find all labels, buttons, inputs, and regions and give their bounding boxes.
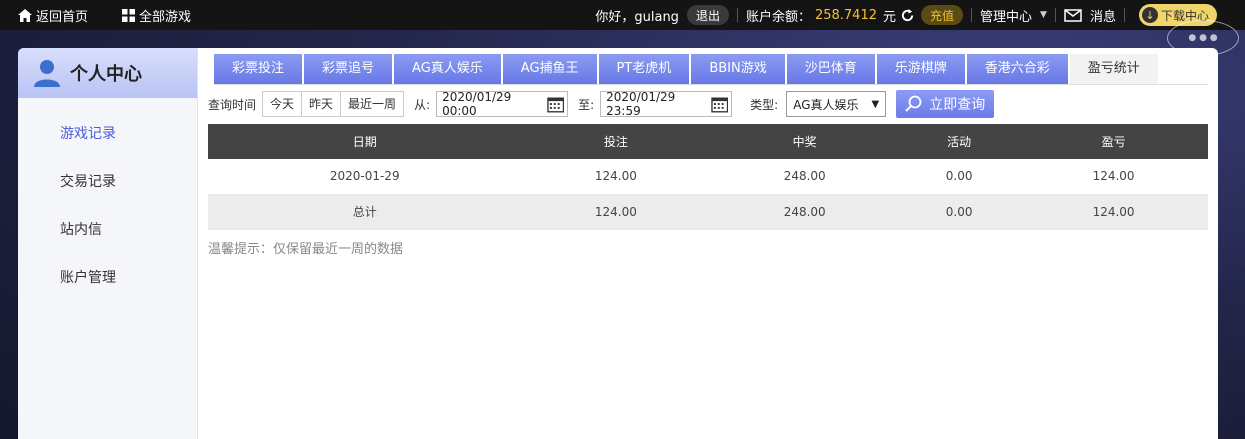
to-date-value: 2020/01/29 23:59	[606, 90, 676, 118]
balance-label: 账户余额：	[745, 9, 811, 25]
divider	[971, 8, 973, 22]
yesterday-button[interactable]: 昨天	[302, 92, 342, 116]
table-cell: 0.00	[899, 194, 1020, 230]
message-link[interactable]: 消息	[1064, 6, 1116, 25]
tab-divider	[214, 84, 1208, 85]
home-link[interactable]: 返回首页	[18, 6, 88, 25]
profit-loss-table: 日期 投注 中奖 活动 盈亏 2020-01-29 124.00 248.00 …	[208, 124, 1208, 230]
search-button[interactable]: 立即查询	[896, 90, 995, 118]
download-icon: ↓	[1141, 7, 1158, 23]
today-button[interactable]: 今天	[263, 92, 303, 116]
all-games-label: 全部游戏	[139, 9, 192, 25]
table-cell: 124.00	[521, 159, 711, 195]
manage-center-menu[interactable]: 管理中心 ▼	[980, 6, 1047, 25]
table-cell: 124.00	[521, 194, 711, 230]
table-cell: 124.00	[1019, 194, 1208, 230]
logout-button[interactable]: 退出	[686, 5, 729, 25]
message-label: 消息	[1089, 9, 1116, 25]
column-header: 日期	[208, 124, 522, 159]
query-time-label: 查询时间	[208, 97, 257, 112]
column-header: 盈亏	[1019, 124, 1208, 159]
sidebar-title: 个人中心	[70, 64, 142, 85]
table-cell: 124.00	[1019, 159, 1208, 195]
query-bar: 查询时间 今天 昨天 最近一周 从: 2020/01/29 00:00 至: 2…	[208, 90, 995, 118]
chevron-down-icon: ▼	[871, 98, 880, 110]
tab-ag-fishing[interactable]: AG捕鱼王	[502, 54, 597, 84]
tip-text: 温馨提示：仅保留最近一周的数据	[208, 242, 404, 257]
all-games-link[interactable]: 全部游戏	[122, 6, 191, 25]
calendar-icon[interactable]	[546, 96, 564, 113]
balance-unit: 元	[883, 9, 897, 25]
content-area: 彩票投注 彩票追号 AG真人娱乐 AG捕鱼王 PT老虎机 BBIN游戏 沙巴体育…	[208, 48, 1208, 439]
column-header: 中奖	[710, 124, 900, 159]
sidebar-item-game-records[interactable]: 游戏记录	[18, 110, 197, 158]
home-label: 返回首页	[36, 9, 89, 25]
tab-lottery-bets[interactable]: 彩票投注	[214, 54, 303, 84]
table-cell: 248.00	[710, 194, 900, 230]
main-panel: 个人中心 游戏记录 交易记录 站内信 账户管理 彩票投注 彩票追号 AG真人娱乐…	[18, 48, 1218, 439]
chevron-down-icon: ▼	[1040, 10, 1047, 20]
tab-pt-slots[interactable]: PT老虎机	[598, 54, 690, 84]
home-icon	[18, 8, 32, 22]
table-total-row: 总计 124.00 248.00 0.00 124.00	[208, 194, 1208, 230]
balance-value: 258.7412	[814, 7, 877, 23]
table-cell: 248.00	[710, 159, 900, 195]
sidebar-item-transaction-records[interactable]: 交易记录	[18, 158, 197, 206]
tab-bbin-games[interactable]: BBIN游戏	[691, 54, 785, 84]
sidebar-item-account-management[interactable]: 账户管理	[18, 254, 197, 302]
quick-range-group: 今天 昨天 最近一周	[262, 91, 405, 117]
from-label: 从:	[414, 97, 431, 112]
game-type-value: AG真人娱乐	[793, 97, 859, 112]
from-date-value: 2020/01/29 00:00	[442, 90, 512, 118]
sidebar-menu: 游戏记录 交易记录 站内信 账户管理	[18, 98, 197, 302]
game-tabs: 彩票投注 彩票追号 AG真人娱乐 AG捕鱼王 PT老虎机 BBIN游戏 沙巴体育…	[214, 54, 1160, 84]
divider	[1123, 8, 1125, 22]
user-icon	[34, 60, 60, 87]
refresh-icon[interactable]	[900, 8, 915, 23]
envelope-icon	[1064, 8, 1082, 22]
from-date-input[interactable]: 2020/01/29 00:00	[436, 90, 569, 118]
divider	[736, 8, 738, 22]
top-bar: 返回首页 全部游戏 你好，gulang 退出 账户余额： 258.7412 元 …	[0, 0, 1245, 30]
table-cell: 2020-01-29	[208, 159, 522, 195]
to-date-input[interactable]: 2020/01/29 23:59	[600, 90, 733, 118]
sidebar: 个人中心 游戏记录 交易记录 站内信 账户管理	[18, 48, 198, 439]
search-icon	[905, 95, 922, 112]
tab-saba-sports[interactable]: 沙巴体育	[786, 54, 875, 84]
table-row: 2020-01-29 124.00 248.00 0.00 124.00	[208, 159, 1208, 195]
tab-lottery-chase[interactable]: 彩票追号	[304, 54, 393, 84]
tab-profit-loss[interactable]: 盈亏统计	[1069, 54, 1158, 84]
type-label: 类型:	[750, 97, 779, 112]
greeting-text: 你好，gulang	[595, 9, 679, 25]
calendar-icon[interactable]	[710, 96, 728, 113]
tab-ag-live[interactable]: AG真人娱乐	[394, 54, 501, 84]
manage-center-label: 管理中心	[980, 9, 1033, 25]
table-cell: 总计	[208, 194, 522, 230]
search-button-label: 立即查询	[929, 97, 986, 113]
column-header: 投注	[521, 124, 711, 159]
last-week-button[interactable]: 最近一周	[341, 92, 403, 116]
tab-hk-mark-six[interactable]: 香港六合彩	[966, 54, 1068, 84]
table-header-row: 日期 投注 中奖 活动 盈亏	[208, 124, 1208, 159]
game-type-select[interactable]: AG真人娱乐 ▼	[786, 91, 887, 117]
tab-leyou-chess[interactable]: 乐游棋牌	[876, 54, 965, 84]
table-cell: 0.00	[899, 159, 1020, 195]
to-label: 至:	[578, 97, 595, 112]
column-header: 活动	[899, 124, 1020, 159]
recharge-button[interactable]: 充值	[921, 5, 964, 25]
sidebar-header: 个人中心	[18, 48, 197, 98]
grid-icon	[122, 8, 136, 22]
divider	[1054, 8, 1056, 22]
sidebar-item-inbox[interactable]: 站内信	[18, 206, 197, 254]
